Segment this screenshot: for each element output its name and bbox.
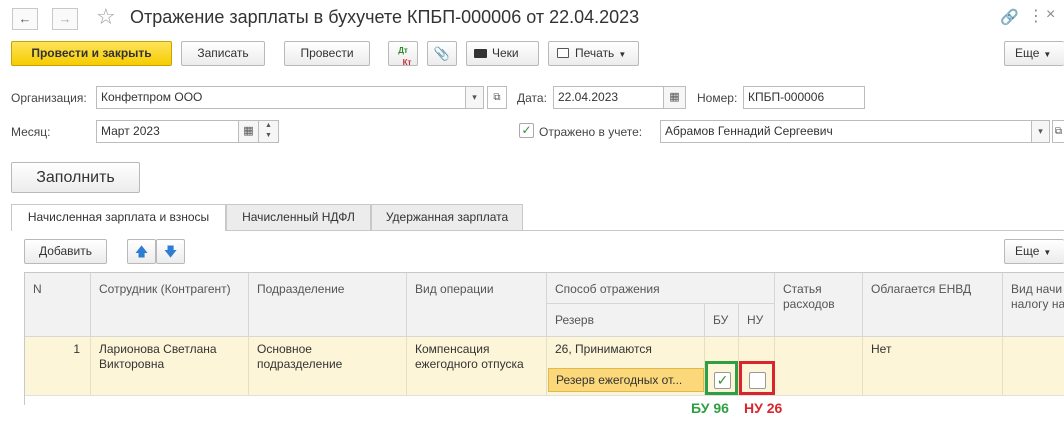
header-n[interactable]: N bbox=[25, 273, 91, 337]
open-window-icon: ⧉ bbox=[1054, 126, 1063, 137]
organization-dropdown-button[interactable]: ▾ bbox=[466, 86, 484, 109]
printer-icon bbox=[557, 48, 569, 58]
header-department[interactable]: Подразделение bbox=[249, 273, 407, 337]
add-button[interactable]: Добавить bbox=[24, 239, 107, 264]
number-label: Номер: bbox=[697, 91, 738, 105]
dropdown-arrow-icon: ▼ bbox=[1043, 248, 1052, 257]
organization-label: Организация: bbox=[11, 91, 87, 105]
tab-withheld-salary[interactable]: Удержанная зарплата bbox=[371, 204, 523, 230]
month-stepper[interactable]: ▲ ▼ bbox=[259, 120, 279, 143]
responsible-field[interactable]: Абрамов Геннадий Сергеевич bbox=[660, 120, 1032, 143]
reflected-checkbox[interactable]: ✓ bbox=[519, 123, 534, 138]
arrow-left-icon: ← bbox=[18, 11, 32, 26]
link-icon[interactable]: 🔗 bbox=[1000, 8, 1019, 26]
table-empty-area bbox=[25, 395, 1064, 406]
fill-button[interactable]: Заполнить bbox=[11, 162, 140, 193]
dropdown-arrow-icon: ▼ bbox=[618, 50, 627, 59]
star-icon[interactable]: ☆ bbox=[96, 5, 116, 29]
header-bu[interactable]: БУ bbox=[705, 304, 739, 337]
cell-department[interactable]: Основное подразделение bbox=[249, 337, 407, 395]
date-label: Дата: bbox=[517, 91, 547, 105]
month-field[interactable]: Март 2023 bbox=[96, 120, 239, 143]
back-button[interactable]: ← bbox=[12, 8, 38, 30]
header-employee[interactable]: Сотрудник (Контрагент) bbox=[91, 273, 249, 337]
bu-highlight-box bbox=[705, 361, 738, 395]
responsible-open-button[interactable]: ⧉ bbox=[1052, 120, 1064, 143]
header-method[interactable]: Способ отражения bbox=[547, 273, 775, 304]
cell-tax-type[interactable] bbox=[1003, 337, 1064, 395]
chevron-down-icon: ▾ bbox=[1038, 126, 1043, 136]
dt-kt-button[interactable]: Дт Кт bbox=[388, 41, 418, 67]
chevron-up-icon[interactable]: ▲ bbox=[265, 122, 272, 129]
cell-operation[interactable]: Компенсация ежегодного отпуска bbox=[407, 337, 547, 395]
month-calendar-button[interactable]: ▦ bbox=[239, 120, 259, 143]
organization-field[interactable]: Конфетпром ООО bbox=[96, 86, 466, 109]
nu-highlight-box bbox=[739, 361, 775, 395]
cell-n[interactable]: 1 bbox=[25, 337, 91, 395]
paperclip-icon: 📎 bbox=[433, 46, 451, 61]
table-more-button[interactable]: Еще ▼ bbox=[1004, 239, 1064, 264]
print-button[interactable]: Печать ▼ bbox=[548, 41, 639, 66]
move-up-button[interactable]: 🡅 bbox=[127, 239, 156, 264]
header-reserve[interactable]: Резерв bbox=[547, 304, 705, 337]
calendar-icon: ▦ bbox=[243, 125, 254, 137]
page-title: Отражение зарплаты в бухучете КПБП-00000… bbox=[130, 7, 640, 27]
calendar-button[interactable]: ▦ bbox=[664, 86, 686, 109]
cell-employee[interactable]: Ларионова Светлана Викторовна bbox=[91, 337, 249, 395]
save-button[interactable]: Записать bbox=[181, 41, 265, 66]
reflected-label: Отражено в учете: bbox=[539, 125, 643, 139]
open-window-icon: ⧉ bbox=[493, 92, 501, 103]
checkmark-icon: ✓ bbox=[521, 123, 532, 137]
cell-envd[interactable]: Нет bbox=[863, 337, 1003, 395]
move-down-button[interactable]: 🡇 bbox=[156, 239, 185, 264]
post-button[interactable]: Провести bbox=[284, 41, 370, 66]
arrow-down-icon: 🡇 bbox=[163, 244, 178, 259]
dropdown-arrow-icon: ▼ bbox=[1043, 50, 1052, 59]
arrow-up-icon: 🡅 bbox=[134, 244, 149, 259]
header-nu[interactable]: НУ bbox=[739, 304, 775, 337]
forward-button[interactable]: → bbox=[52, 8, 78, 30]
checks-button[interactable]: Чеки bbox=[466, 41, 539, 66]
header-operation[interactable]: Вид операции bbox=[407, 273, 547, 337]
more-dots-icon[interactable]: ⋮ bbox=[1028, 6, 1044, 26]
chevron-down-icon[interactable]: ▼ bbox=[265, 132, 272, 139]
header-envd[interactable]: Облагается ЕНВД bbox=[863, 273, 1003, 337]
responsible-dropdown-button[interactable]: ▾ bbox=[1032, 120, 1050, 143]
attach-button[interactable]: 📎 bbox=[427, 41, 457, 66]
accruals-table: N Сотрудник (Контрагент) Подразделение В… bbox=[24, 272, 1064, 406]
header-tax-type[interactable]: Вид начи налогу на bbox=[1003, 273, 1064, 337]
reserve-input[interactable]: Резерв ежегодных от... bbox=[548, 368, 704, 392]
cell-expense-item[interactable] bbox=[775, 337, 863, 395]
nu-annotation-label: НУ 26 bbox=[744, 400, 783, 416]
organization-open-button[interactable]: ⧉ bbox=[487, 86, 507, 109]
date-field[interactable]: 22.04.2023 bbox=[553, 86, 664, 109]
month-label: Месяц: bbox=[11, 125, 51, 139]
bu-annotation-label: БУ 96 bbox=[691, 400, 729, 416]
close-icon[interactable]: × bbox=[1046, 6, 1055, 24]
more-button[interactable]: Еще ▼ bbox=[1004, 41, 1064, 66]
arrow-right-icon: → bbox=[58, 11, 72, 26]
tab-accrued-salary[interactable]: Начисленная зарплата и взносы bbox=[11, 204, 226, 231]
calendar-icon: ▦ bbox=[669, 91, 680, 103]
number-field[interactable]: КПБП-000006 bbox=[743, 86, 865, 109]
dt-kt-icon: Дт Кт bbox=[398, 46, 412, 67]
receipt-printer-icon bbox=[474, 49, 487, 58]
header-expense-item[interactable]: Статья расходов bbox=[775, 273, 863, 337]
tab-accrued-ndfl[interactable]: Начисленный НДФЛ bbox=[226, 204, 371, 230]
chevron-down-icon: ▾ bbox=[472, 92, 477, 102]
post-and-close-button[interactable]: Провести и закрыть bbox=[11, 41, 172, 66]
